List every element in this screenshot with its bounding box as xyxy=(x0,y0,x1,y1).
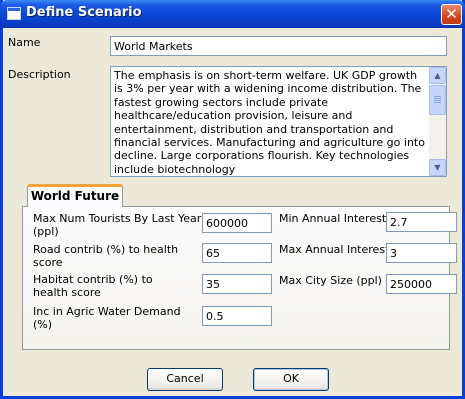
description-textarea[interactable]: The emphasis is on short-term welfare. U… xyxy=(110,66,447,177)
ok-button[interactable]: OK xyxy=(253,368,329,391)
max-interest-label: Max Annual Interest xyxy=(279,243,390,256)
tab-world-future[interactable]: World Future xyxy=(27,184,123,207)
agric-water-input[interactable]: 0.5 xyxy=(202,306,272,326)
window-icon xyxy=(7,7,21,20)
max-interest-input[interactable]: 3 xyxy=(386,243,457,263)
agric-water-label: Inc in Agric Water Demand (%) xyxy=(33,305,181,331)
max-city-label: Max City Size (ppl) xyxy=(279,274,382,287)
scroll-down-button[interactable]: ▼ xyxy=(429,159,446,176)
name-input[interactable]: World Markets xyxy=(110,36,447,56)
road-contrib-input[interactable]: 65 xyxy=(202,243,272,263)
name-label: Name xyxy=(8,36,41,49)
close-button[interactable]: ✕ xyxy=(441,4,462,25)
min-interest-label: Min Annual Interest xyxy=(279,212,387,225)
description-scrollbar[interactable]: ▲ ▼ xyxy=(429,67,446,176)
chevron-up-icon: ▲ xyxy=(434,71,441,80)
max-city-input[interactable]: 250000 xyxy=(386,274,457,294)
habitat-contrib-label: Habitat contrib (%) to health score xyxy=(33,273,153,299)
road-contrib-label: Road contrib (%) to health score xyxy=(33,243,179,269)
tourists-label: Max Num Tourists By Last Year (ppl) xyxy=(33,212,202,238)
min-interest-input[interactable]: 2.7 xyxy=(386,212,457,232)
title-bar[interactable]: Define Scenario ✕ xyxy=(0,0,465,28)
tourists-input[interactable]: 600000 xyxy=(202,213,272,233)
close-icon: ✕ xyxy=(445,5,458,23)
scroll-thumb[interactable] xyxy=(429,85,446,115)
cancel-button[interactable]: Cancel xyxy=(147,368,223,391)
define-scenario-dialog: Define Scenario ✕ Name World Markets Des… xyxy=(0,0,465,399)
dialog-title: Define Scenario xyxy=(26,5,142,20)
chevron-down-icon: ▼ xyxy=(434,163,441,172)
scroll-up-button[interactable]: ▲ xyxy=(429,67,446,84)
description-label: Description xyxy=(8,68,71,81)
tab-label: World Future xyxy=(30,189,120,203)
habitat-contrib-input[interactable]: 35 xyxy=(202,274,272,294)
description-text: The emphasis is on short-term welfare. U… xyxy=(114,69,425,176)
